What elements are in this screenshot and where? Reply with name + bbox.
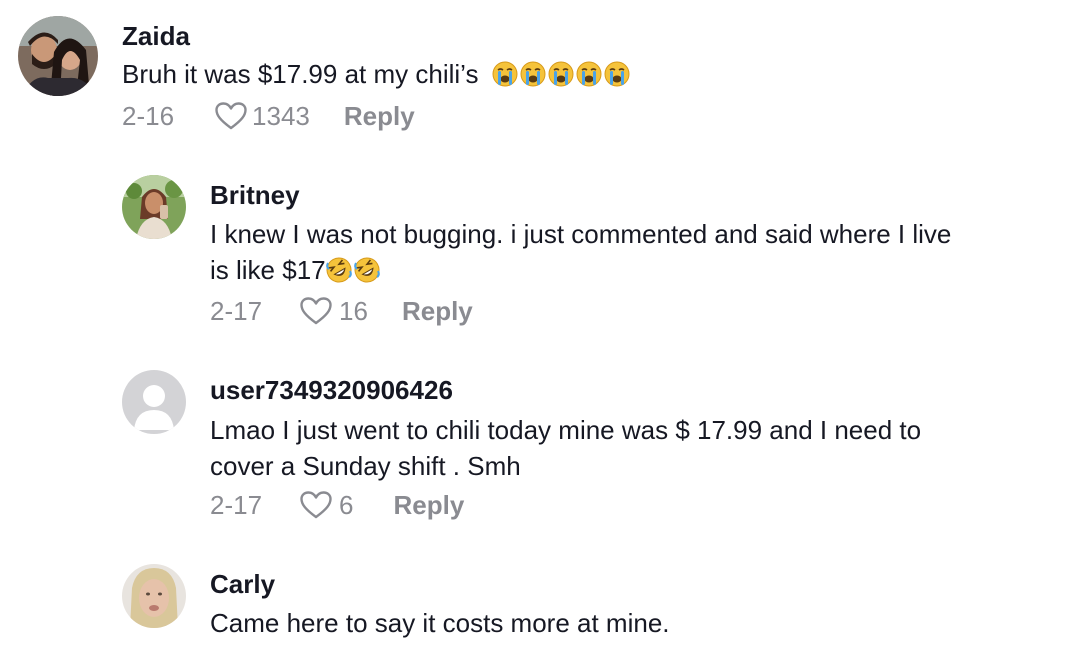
like-button[interactable]: 16	[299, 296, 368, 327]
loudly-crying-face-icon	[492, 59, 630, 89]
reply-button[interactable]: Reply	[402, 296, 473, 327]
avatar-photo	[18, 16, 98, 96]
avatar-default[interactable]	[122, 370, 186, 434]
default-avatar-icon	[122, 370, 186, 434]
reply-button[interactable]: Reply	[344, 101, 415, 132]
comment-text-line: is like $17	[210, 255, 326, 285]
comment-date: 2-16	[122, 100, 175, 131]
comment-text-line: I knew I was not bugging. i just comment…	[210, 219, 952, 249]
reply-button[interactable]: Reply	[394, 490, 465, 521]
like-button[interactable]: 6	[299, 489, 354, 521]
comment-text-body: Bruh it was $17.99 at my chili’s	[122, 59, 479, 89]
username[interactable]: Zaida	[122, 21, 190, 52]
heart-icon	[299, 296, 333, 326]
comment-text: Bruh it was $17.99 at my chili’s	[122, 56, 630, 92]
heart-icon	[214, 101, 248, 131]
avatar-carly[interactable]	[122, 564, 186, 628]
comment-meta: 2-17 16 Reply	[210, 293, 473, 329]
avatar-photo	[122, 175, 186, 239]
username[interactable]: user7349320906426	[210, 375, 453, 406]
comment-text-line-2: is like $17	[210, 252, 1060, 288]
comment-text: Came here to say it costs more at mine.	[210, 608, 670, 638]
comment-text-line: Lmao I just went to chili today mine was…	[210, 415, 922, 445]
avatar-photo	[122, 564, 186, 628]
like-count: 6	[339, 489, 354, 520]
comment-meta: 2-17 6 Reply	[210, 487, 464, 523]
comment-text-line-2: cover a Sunday shift . Smh	[210, 451, 521, 481]
like-count: 16	[339, 295, 368, 326]
rolling-on-floor-laughing-face-icon	[325, 255, 380, 285]
comment-date: 2-17	[210, 489, 263, 520]
comment-date: 2-17	[210, 295, 263, 326]
username[interactable]: Carly	[210, 569, 275, 600]
username[interactable]: Britney	[210, 180, 300, 211]
like-count: 1343	[252, 100, 310, 131]
heart-icon	[299, 490, 333, 520]
avatar-zaida[interactable]	[18, 16, 98, 96]
like-button[interactable]: 1343	[214, 101, 310, 132]
comment-text: I knew I was not bugging. i just comment…	[210, 216, 1060, 288]
comment-meta: 2-16 1343 Reply	[122, 98, 415, 134]
comment-text: Lmao I just went to chili today mine was…	[210, 412, 1060, 484]
avatar-britney[interactable]	[122, 175, 186, 239]
